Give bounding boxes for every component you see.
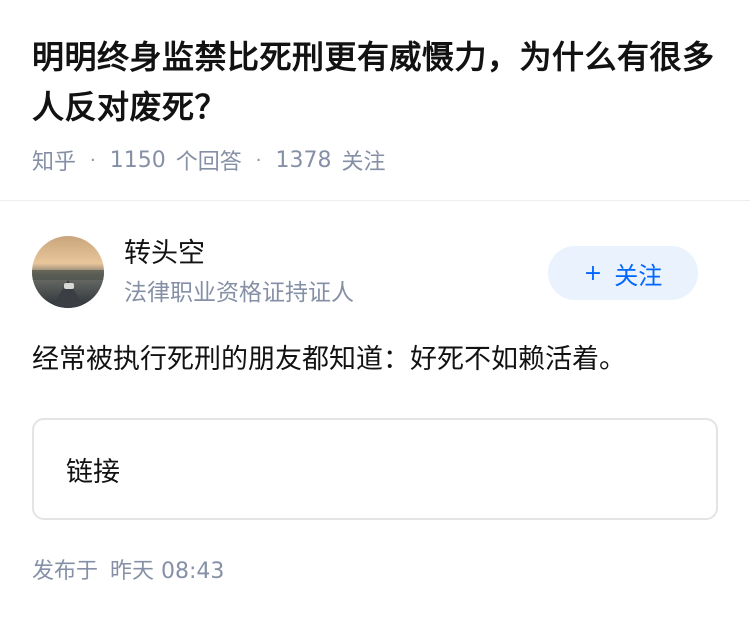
answer-count-label[interactable]: 个回答 [176,144,242,176]
separator-dot: · [255,149,262,171]
separator-dot: · [90,149,96,171]
answer-count: 1150 [109,147,166,173]
answer-text: 经常被执行死刑的朋友都知道：好死不如赖活着。 [32,344,626,375]
published-label: 发布于 [32,559,99,584]
question-header: 明明终身监禁比死刑更有威慑力，为什么有很多人反对废死？ [32,32,722,132]
published-info: 发布于 昨天 08:43 [32,556,224,588]
avatar-treeline [32,270,104,280]
author-row: 转头空 法律职业资格证持证人 + 关注 [32,236,718,308]
follow-button[interactable]: + 关注 [548,246,698,300]
avatar[interactable] [32,236,104,308]
link-label: 链接 [66,456,120,488]
follow-label: 关注 [614,261,663,290]
author-badge: 法律职业资格证持证人 [124,280,354,306]
source-label[interactable]: 知乎 [32,144,76,176]
author-name[interactable]: 转头空 [124,236,205,272]
link-card[interactable]: 链接 [32,418,718,520]
follower-count: 1378 [275,147,332,173]
plus-icon: + [583,260,603,286]
question-meta: 知乎 · 1150 个回答 · 1378 关注 [32,144,386,176]
question-title[interactable]: 明明终身监禁比死刑更有威慑力，为什么有很多人反对废死？ [32,32,722,132]
divider [0,200,750,201]
follower-count-label: 关注 [341,150,386,175]
avatar-car [64,283,74,289]
published-time: 昨天 08:43 [110,559,225,584]
